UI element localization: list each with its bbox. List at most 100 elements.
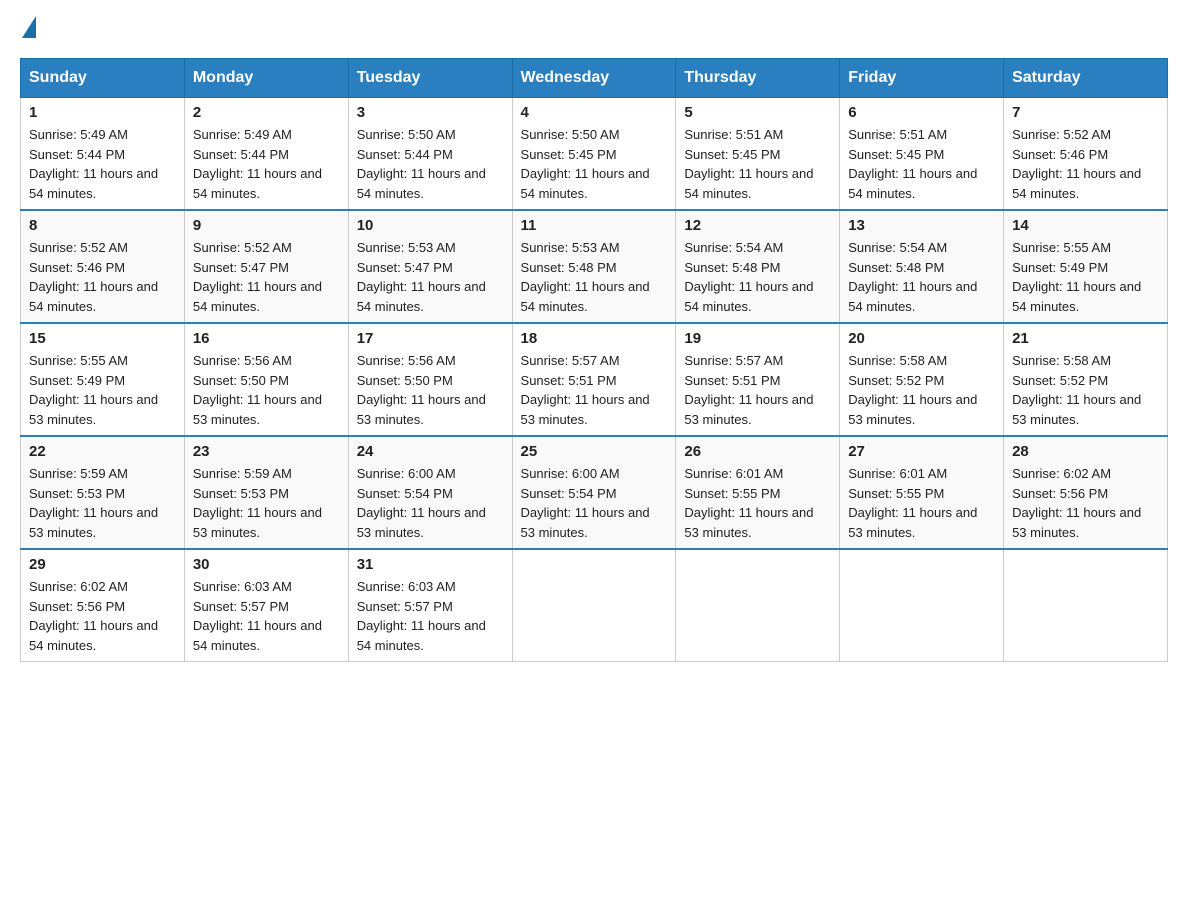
- sunrise-label: Sunrise: 5:57 AM: [521, 353, 620, 368]
- calendar-day-cell: 1 Sunrise: 5:49 AM Sunset: 5:44 PM Dayli…: [21, 98, 185, 211]
- calendar-day-cell: 14 Sunrise: 5:55 AM Sunset: 5:49 PM Dayl…: [1004, 210, 1168, 323]
- day-info: Sunrise: 5:49 AM Sunset: 5:44 PM Dayligh…: [193, 125, 340, 203]
- calendar-day-cell: 24 Sunrise: 6:00 AM Sunset: 5:54 PM Dayl…: [348, 436, 512, 549]
- calendar-day-cell: 18 Sunrise: 5:57 AM Sunset: 5:51 PM Dayl…: [512, 323, 676, 436]
- sunrise-label: Sunrise: 5:57 AM: [684, 353, 783, 368]
- calendar-week-row: 15 Sunrise: 5:55 AM Sunset: 5:49 PM Dayl…: [21, 323, 1168, 436]
- daylight-label: Daylight: 11 hours and 53 minutes.: [684, 392, 813, 427]
- daylight-label: Daylight: 11 hours and 53 minutes.: [1012, 505, 1141, 540]
- sunset-label: Sunset: 5:56 PM: [29, 599, 125, 614]
- day-info: Sunrise: 5:50 AM Sunset: 5:44 PM Dayligh…: [357, 125, 504, 203]
- day-number: 19: [684, 330, 831, 347]
- calendar-table: Sunday Monday Tuesday Wednesday Thursday…: [20, 58, 1168, 662]
- day-info: Sunrise: 5:59 AM Sunset: 5:53 PM Dayligh…: [193, 464, 340, 542]
- day-number: 22: [29, 443, 176, 460]
- sunrise-label: Sunrise: 5:52 AM: [1012, 127, 1111, 142]
- header-friday: Friday: [840, 59, 1004, 98]
- header-saturday: Saturday: [1004, 59, 1168, 98]
- header-thursday: Thursday: [676, 59, 840, 98]
- sunrise-label: Sunrise: 5:55 AM: [29, 353, 128, 368]
- sunrise-label: Sunrise: 6:02 AM: [29, 579, 128, 594]
- sunrise-label: Sunrise: 5:56 AM: [357, 353, 456, 368]
- calendar-day-cell: 5 Sunrise: 5:51 AM Sunset: 5:45 PM Dayli…: [676, 98, 840, 211]
- daylight-label: Daylight: 11 hours and 53 minutes.: [521, 505, 650, 540]
- daylight-label: Daylight: 11 hours and 54 minutes.: [193, 618, 322, 653]
- day-number: 24: [357, 443, 504, 460]
- sunset-label: Sunset: 5:48 PM: [848, 260, 944, 275]
- sunset-label: Sunset: 5:46 PM: [29, 260, 125, 275]
- day-number: 2: [193, 104, 340, 121]
- day-number: 8: [29, 217, 176, 234]
- day-number: 27: [848, 443, 995, 460]
- day-info: Sunrise: 5:55 AM Sunset: 5:49 PM Dayligh…: [29, 351, 176, 429]
- calendar-day-cell: [512, 549, 676, 662]
- day-number: 21: [1012, 330, 1159, 347]
- sunrise-label: Sunrise: 5:54 AM: [848, 240, 947, 255]
- logo: [20, 20, 36, 38]
- sunset-label: Sunset: 5:55 PM: [684, 486, 780, 501]
- day-info: Sunrise: 5:58 AM Sunset: 5:52 PM Dayligh…: [848, 351, 995, 429]
- calendar-day-cell: 26 Sunrise: 6:01 AM Sunset: 5:55 PM Dayl…: [676, 436, 840, 549]
- daylight-label: Daylight: 11 hours and 54 minutes.: [1012, 279, 1141, 314]
- sunset-label: Sunset: 5:45 PM: [521, 147, 617, 162]
- day-info: Sunrise: 5:56 AM Sunset: 5:50 PM Dayligh…: [193, 351, 340, 429]
- day-number: 6: [848, 104, 995, 121]
- sunset-label: Sunset: 5:44 PM: [29, 147, 125, 162]
- sunrise-label: Sunrise: 5:59 AM: [193, 466, 292, 481]
- sunrise-label: Sunrise: 6:03 AM: [193, 579, 292, 594]
- calendar-day-cell: 11 Sunrise: 5:53 AM Sunset: 5:48 PM Dayl…: [512, 210, 676, 323]
- calendar-day-cell: 4 Sunrise: 5:50 AM Sunset: 5:45 PM Dayli…: [512, 98, 676, 211]
- day-number: 30: [193, 556, 340, 573]
- calendar-week-row: 1 Sunrise: 5:49 AM Sunset: 5:44 PM Dayli…: [21, 98, 1168, 211]
- daylight-label: Daylight: 11 hours and 53 minutes.: [193, 505, 322, 540]
- daylight-label: Daylight: 11 hours and 54 minutes.: [684, 279, 813, 314]
- day-number: 17: [357, 330, 504, 347]
- daylight-label: Daylight: 11 hours and 53 minutes.: [684, 505, 813, 540]
- header-sunday: Sunday: [21, 59, 185, 98]
- calendar-day-cell: 23 Sunrise: 5:59 AM Sunset: 5:53 PM Dayl…: [184, 436, 348, 549]
- daylight-label: Daylight: 11 hours and 53 minutes.: [193, 392, 322, 427]
- day-info: Sunrise: 6:03 AM Sunset: 5:57 PM Dayligh…: [357, 577, 504, 655]
- day-info: Sunrise: 6:00 AM Sunset: 5:54 PM Dayligh…: [521, 464, 668, 542]
- sunrise-label: Sunrise: 6:03 AM: [357, 579, 456, 594]
- day-number: 12: [684, 217, 831, 234]
- day-number: 20: [848, 330, 995, 347]
- sunrise-label: Sunrise: 5:49 AM: [193, 127, 292, 142]
- calendar-day-cell: 15 Sunrise: 5:55 AM Sunset: 5:49 PM Dayl…: [21, 323, 185, 436]
- calendar-day-cell: 12 Sunrise: 5:54 AM Sunset: 5:48 PM Dayl…: [676, 210, 840, 323]
- daylight-label: Daylight: 11 hours and 54 minutes.: [1012, 166, 1141, 201]
- calendar-day-cell: [676, 549, 840, 662]
- sunset-label: Sunset: 5:50 PM: [193, 373, 289, 388]
- day-info: Sunrise: 5:50 AM Sunset: 5:45 PM Dayligh…: [521, 125, 668, 203]
- daylight-label: Daylight: 11 hours and 54 minutes.: [848, 166, 977, 201]
- sunrise-label: Sunrise: 6:00 AM: [521, 466, 620, 481]
- day-number: 26: [684, 443, 831, 460]
- calendar-day-cell: 31 Sunrise: 6:03 AM Sunset: 5:57 PM Dayl…: [348, 549, 512, 662]
- sunset-label: Sunset: 5:52 PM: [848, 373, 944, 388]
- sunset-label: Sunset: 5:51 PM: [521, 373, 617, 388]
- sunrise-label: Sunrise: 5:50 AM: [521, 127, 620, 142]
- day-number: 4: [521, 104, 668, 121]
- day-info: Sunrise: 6:02 AM Sunset: 5:56 PM Dayligh…: [1012, 464, 1159, 542]
- sunset-label: Sunset: 5:54 PM: [357, 486, 453, 501]
- sunrise-label: Sunrise: 5:58 AM: [848, 353, 947, 368]
- sunset-label: Sunset: 5:53 PM: [193, 486, 289, 501]
- sunset-label: Sunset: 5:48 PM: [684, 260, 780, 275]
- sunrise-label: Sunrise: 5:58 AM: [1012, 353, 1111, 368]
- sunrise-label: Sunrise: 5:55 AM: [1012, 240, 1111, 255]
- sunset-label: Sunset: 5:57 PM: [193, 599, 289, 614]
- daylight-label: Daylight: 11 hours and 54 minutes.: [848, 279, 977, 314]
- calendar-day-cell: 27 Sunrise: 6:01 AM Sunset: 5:55 PM Dayl…: [840, 436, 1004, 549]
- daylight-label: Daylight: 11 hours and 53 minutes.: [521, 392, 650, 427]
- sunrise-label: Sunrise: 5:50 AM: [357, 127, 456, 142]
- day-number: 7: [1012, 104, 1159, 121]
- calendar-day-cell: [840, 549, 1004, 662]
- day-info: Sunrise: 5:57 AM Sunset: 5:51 PM Dayligh…: [684, 351, 831, 429]
- sunset-label: Sunset: 5:50 PM: [357, 373, 453, 388]
- calendar-day-cell: 17 Sunrise: 5:56 AM Sunset: 5:50 PM Dayl…: [348, 323, 512, 436]
- calendar-day-cell: 13 Sunrise: 5:54 AM Sunset: 5:48 PM Dayl…: [840, 210, 1004, 323]
- calendar-day-cell: 28 Sunrise: 6:02 AM Sunset: 5:56 PM Dayl…: [1004, 436, 1168, 549]
- daylight-label: Daylight: 11 hours and 53 minutes.: [357, 392, 486, 427]
- day-number: 3: [357, 104, 504, 121]
- calendar-day-cell: 25 Sunrise: 6:00 AM Sunset: 5:54 PM Dayl…: [512, 436, 676, 549]
